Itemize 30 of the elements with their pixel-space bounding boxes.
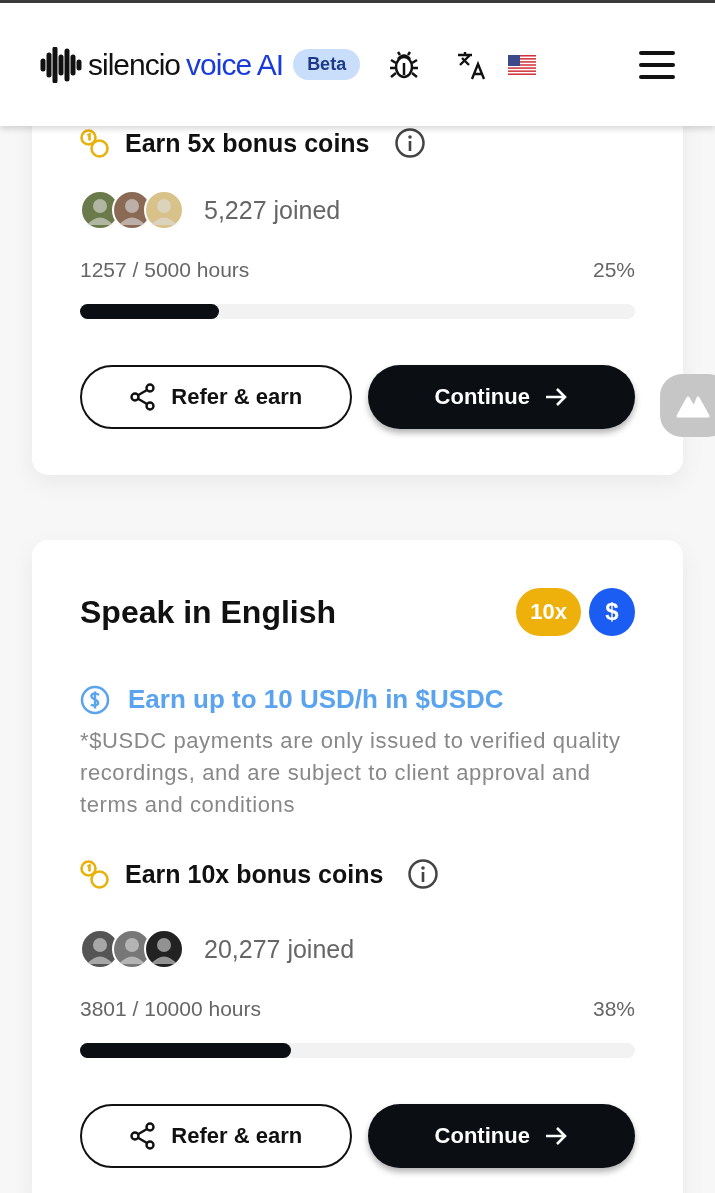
brand-name: silencio	[88, 47, 181, 82]
flag-icon[interactable]	[508, 54, 537, 75]
continue-button[interactable]: Continue	[367, 1104, 635, 1168]
refer-button[interactable]: Refer & earn	[80, 365, 352, 429]
currency-badge: $	[589, 588, 635, 636]
share-icon	[129, 1122, 158, 1150]
coins-icon	[80, 859, 109, 889]
soundwave-logo-icon	[40, 46, 82, 83]
share-icon	[129, 383, 158, 411]
refer-button[interactable]: Refer & earn	[80, 1104, 352, 1168]
arrow-right-icon	[543, 386, 568, 408]
bonus-coins-label: Earn 10x bonus coins	[125, 859, 384, 889]
multiplier-badge: 10x	[516, 588, 581, 636]
coins-icon	[80, 128, 109, 158]
menu-icon[interactable]	[639, 50, 675, 79]
arrow-right-icon	[543, 1125, 568, 1147]
joined-count: 20,277 joined	[204, 934, 355, 964]
dollar-coin-icon	[80, 684, 110, 715]
disclaimer-text: *$USDC payments are only issued to verified quality recordings, and are subject to client approval and terms and conditions	[80, 727, 622, 819]
brand-subtitle: voice AI	[186, 47, 284, 82]
joined-count: 5,227 joined	[204, 195, 341, 225]
bonus-coins-label: Earn 5x bonus coins	[125, 128, 370, 158]
continue-button[interactable]: Continue	[367, 365, 635, 429]
progress-percent: 38%	[592, 997, 635, 1021]
info-icon[interactable]	[393, 127, 426, 159]
info-icon[interactable]	[407, 858, 440, 890]
usdc-earnings: Earn up to 10 USD/h in $USDC	[128, 684, 504, 715]
task-title: Speak in English	[80, 593, 337, 631]
progress-percent: 25%	[592, 258, 635, 282]
beta-badge: Beta	[293, 49, 361, 80]
